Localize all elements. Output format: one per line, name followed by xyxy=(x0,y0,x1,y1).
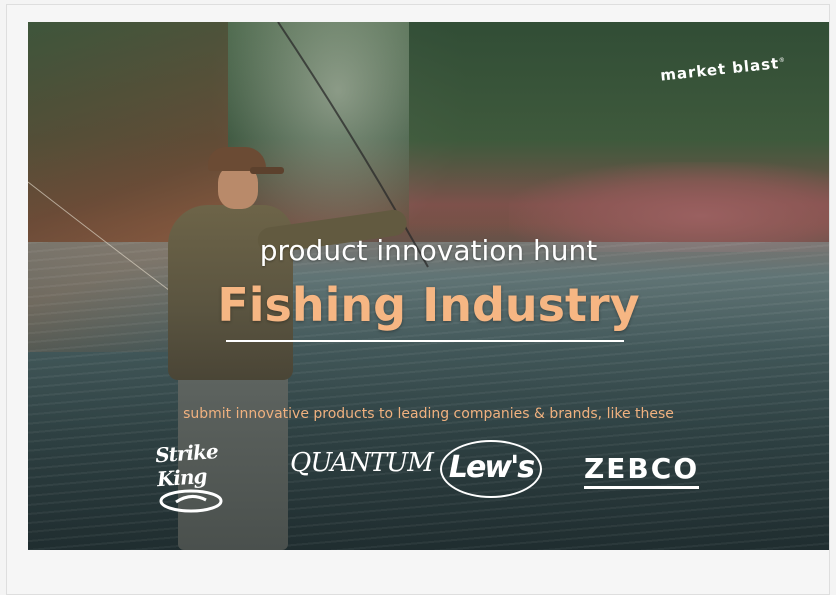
promo-banner[interactable]: market blast® product innovation hunt Fi… xyxy=(28,22,829,550)
brand-logos: Strike King QUANTUM Lew's ZEBCO xyxy=(154,438,716,513)
page-frame: market blast® product innovation hunt Fi… xyxy=(6,4,830,595)
zebco-logo[interactable]: ZEBCO xyxy=(584,452,700,489)
banner-subtitle: product innovation hunt xyxy=(259,234,598,267)
strike-king-logo[interactable]: Strike King xyxy=(154,439,252,513)
banner-title: Fishing Industry xyxy=(217,278,640,332)
title-underline xyxy=(226,340,624,342)
quantum-logo[interactable]: QUANTUM xyxy=(290,448,434,478)
lews-logo[interactable]: Lew's xyxy=(440,440,542,498)
banner-tagline: submit innovative products to leading co… xyxy=(183,406,674,422)
strike-king-swoosh-icon xyxy=(159,489,223,513)
